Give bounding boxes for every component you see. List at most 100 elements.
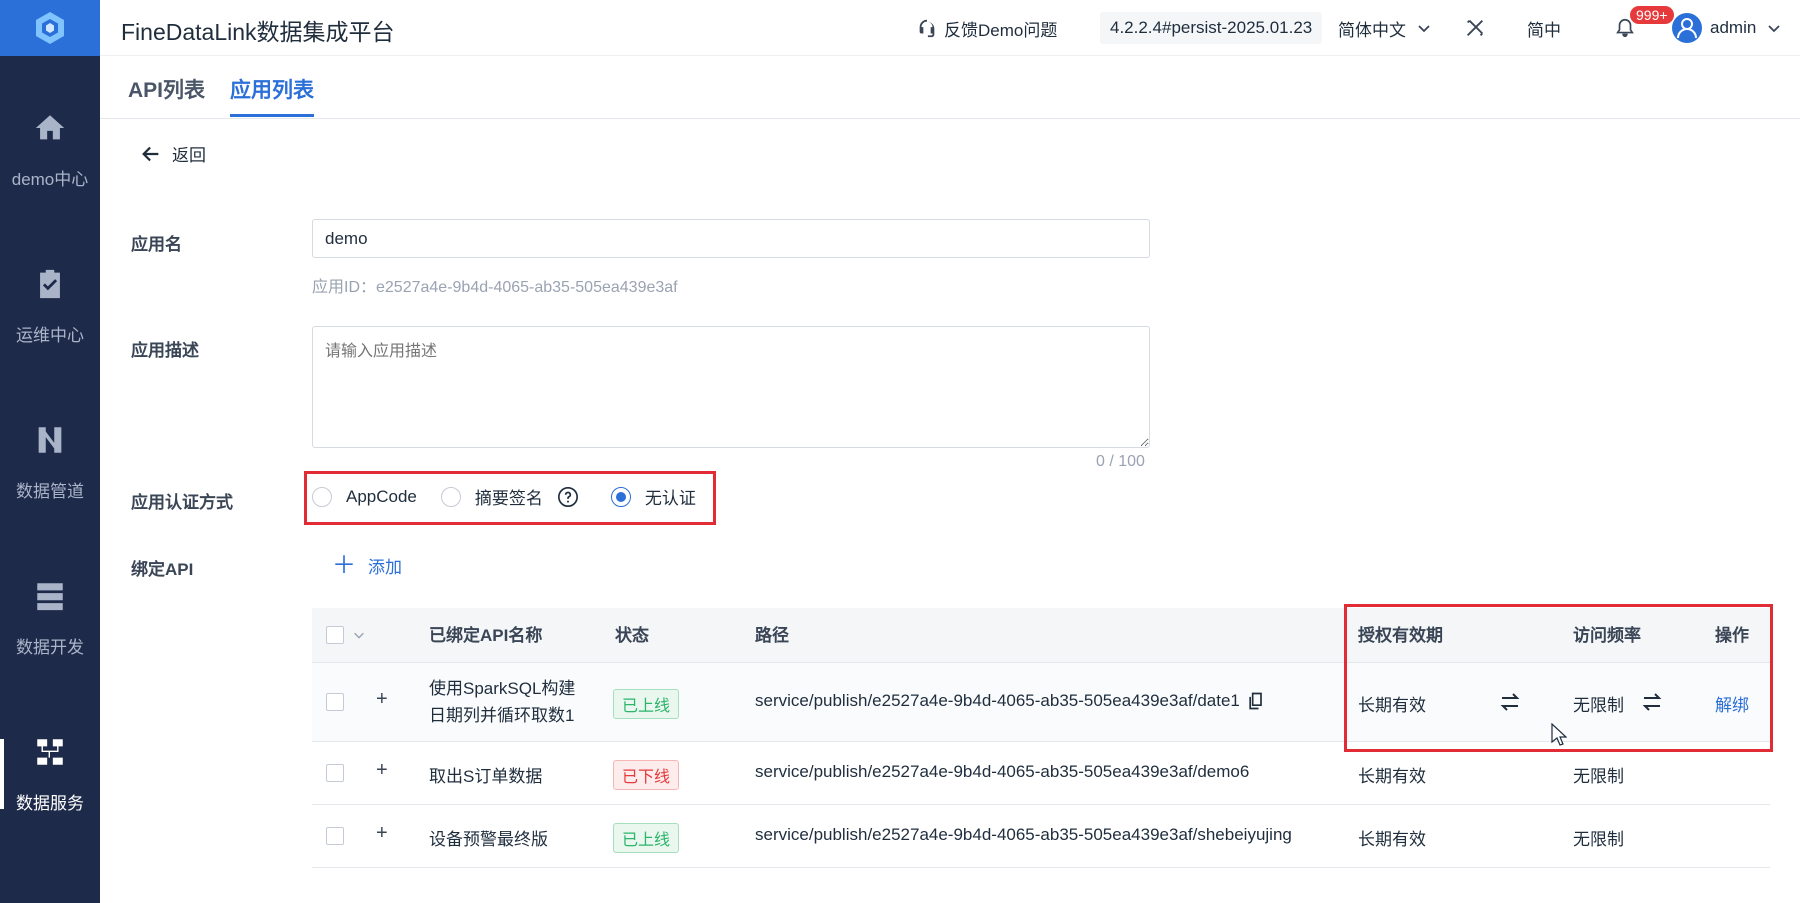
sidebar-item-demo-center[interactable]: demo中心 <box>0 90 100 210</box>
app-desc-label: 应用描述 <box>131 341 199 360</box>
radio-circle-checked <box>610 486 631 507</box>
expand-icon[interactable]: + <box>376 759 388 782</box>
sidebar-item-data-dev[interactable]: 数据开发 <box>0 558 100 678</box>
sidebar-item-data-service[interactable]: 数据服务 <box>0 714 100 834</box>
radio-appcode[interactable]: AppCode <box>312 486 417 507</box>
header-action: 操作 <box>1715 626 1749 645</box>
row-checkbox[interactable] <box>326 693 344 711</box>
validity-cell: 长期有效 <box>1358 696 1426 715</box>
status-cell: 已上线 <box>613 823 680 853</box>
frequency-cell: 无限制 <box>1573 767 1624 786</box>
header-validity: 授权有效期 <box>1358 626 1443 645</box>
validity-cell: 长期有效 <box>1358 767 1426 786</box>
back-button[interactable]: 返回 <box>140 141 206 166</box>
tab-app-list[interactable]: 应用列表 <box>230 74 314 117</box>
table-row: + 设备预警最终版 已上线 service/publish/e2527a4e-9… <box>312 805 1770 868</box>
table-header: 已绑定API名称 状态 路径 授权有效期 访问频率 操作 <box>312 608 1770 663</box>
api-name-line: 日期列并循环取数1 <box>429 706 575 725</box>
lang-short-label: 简中 <box>1527 20 1561 40</box>
header-api-name: 已绑定API名称 <box>429 626 543 645</box>
home-icon <box>35 114 65 139</box>
sidebar-item-label: 数据服务 <box>16 793 84 813</box>
top-bar: FineDataLink数据集成平台 反馈Demo问题 4.2.2.4#pers… <box>100 0 1800 56</box>
frequency-cell: 无限制 <box>1573 830 1624 849</box>
auth-method-label: 应用认证方式 <box>131 493 233 512</box>
status-badge: 已下线 <box>613 760 680 790</box>
row-checkbox[interactable] <box>326 827 344 845</box>
radio-digest-signature[interactable]: 摘要签名 <box>440 484 543 509</box>
sidebar-item-label: 数据管道 <box>16 481 84 501</box>
tools-icon <box>1467 20 1483 36</box>
version-wrap: 4.2.2.4#persist-2025.01.23 <box>1100 0 1323 56</box>
lang-short-button[interactable]: 简中 <box>1527 0 1561 56</box>
app-title: FineDataLink数据集成平台 <box>121 19 395 45</box>
radio-circle <box>312 486 332 507</box>
status-cell: 已上线 <box>613 689 680 719</box>
back-label: 返回 <box>172 146 206 165</box>
table-row: + 取出S订单数据 已下线 service/publish/e2527a4e-9… <box>312 742 1770 805</box>
swap-validity-icon[interactable] <box>1498 690 1522 714</box>
sidebar: demo中心 运维中心 数据管道 数据开发 数据服务 <box>0 0 100 903</box>
app-name-label: 应用名 <box>131 235 182 254</box>
app-desc-textarea[interactable] <box>312 326 1150 448</box>
user-menu[interactable]: admin <box>1672 0 1782 56</box>
chevron-down-icon[interactable] <box>352 628 366 642</box>
add-label: 添加 <box>368 558 402 577</box>
status-cell: 已下线 <box>613 760 680 790</box>
avatar-icon <box>1672 13 1702 43</box>
feedback-label: 反馈Demo问题 <box>944 20 1058 40</box>
select-all-checkbox[interactable] <box>326 626 344 644</box>
logo[interactable] <box>0 0 100 56</box>
app-name-input[interactable] <box>312 219 1150 258</box>
validity-cell: 长期有效 <box>1358 830 1426 849</box>
api-name-cell: 取出S订单数据 <box>429 767 543 786</box>
radio-label: AppCode <box>346 486 417 506</box>
sidebar-item-label: 数据开发 <box>16 637 84 657</box>
data-service-icon <box>37 738 63 765</box>
path-cell: service/publish/e2527a4e-9b4d-4065-ab35-… <box>755 691 1266 711</box>
chevron-down-icon <box>1418 25 1430 33</box>
user-name: admin <box>1710 18 1757 37</box>
tools-button[interactable] <box>1464 0 1486 56</box>
chevron-down-icon <box>1768 25 1780 33</box>
headset-icon <box>919 19 935 38</box>
header-path: 路径 <box>755 626 789 645</box>
sidebar-item-data-pipeline[interactable]: 数据管道 <box>0 402 100 522</box>
feedback-button[interactable]: 反馈Demo问题 <box>916 0 1057 56</box>
clipboard-check-icon <box>40 269 60 298</box>
add-api-button[interactable]: ＋ 添加 <box>332 553 402 578</box>
auth-radio-group: AppCode 摘要签名 无认证 <box>312 484 696 509</box>
status-badge: 已上线 <box>613 689 680 719</box>
frequency-cell: 无限制 <box>1573 696 1624 715</box>
sidebar-item-ops-center[interactable]: 运维中心 <box>0 246 100 366</box>
pipeline-icon <box>38 426 62 453</box>
arrow-left-icon <box>142 146 159 161</box>
expand-icon[interactable]: + <box>376 822 388 845</box>
header-status: 状态 <box>615 626 649 645</box>
language-select[interactable]: 简体中文 <box>1338 0 1432 56</box>
version-badge: 4.2.2.4#persist-2025.01.23 <box>1100 12 1323 44</box>
copy-icon[interactable] <box>1246 691 1266 711</box>
path-cell: service/publish/e2527a4e-9b4d-4065-ab35-… <box>755 762 1250 781</box>
radio-label: 无认证 <box>644 489 696 508</box>
server-stack-icon <box>37 582 63 610</box>
status-badge: 已上线 <box>613 823 680 853</box>
unbind-link[interactable]: 解绑 <box>1715 691 1749 716</box>
app-id-text: 应用ID：e2527a4e-9b4d-4065-ab35-505ea439e3a… <box>312 279 678 296</box>
path-text: service/publish/e2527a4e-9b4d-4065-ab35-… <box>755 691 1240 710</box>
api-name-line: 使用SparkSQL构建 <box>429 679 576 698</box>
expand-icon[interactable]: + <box>376 688 388 711</box>
help-icon[interactable] <box>557 486 579 508</box>
mouse-cursor-icon <box>1551 723 1567 746</box>
header-frequency: 访问频率 <box>1573 626 1641 645</box>
tab-bar: API列表 应用列表 <box>100 56 1800 119</box>
tab-api-list[interactable]: API列表 <box>128 74 205 104</box>
swap-frequency-icon[interactable] <box>1640 690 1664 714</box>
notification-badge: 999+ <box>1630 6 1674 24</box>
radio-label: 摘要签名 <box>474 489 543 508</box>
api-name-cell: 设备预警最终版 <box>429 830 548 849</box>
plus-icon: ＋ <box>332 551 356 579</box>
row-checkbox[interactable] <box>326 764 344 782</box>
radio-no-auth[interactable]: 无认证 <box>610 484 696 509</box>
sidebar-item-label: demo中心 <box>11 169 89 189</box>
